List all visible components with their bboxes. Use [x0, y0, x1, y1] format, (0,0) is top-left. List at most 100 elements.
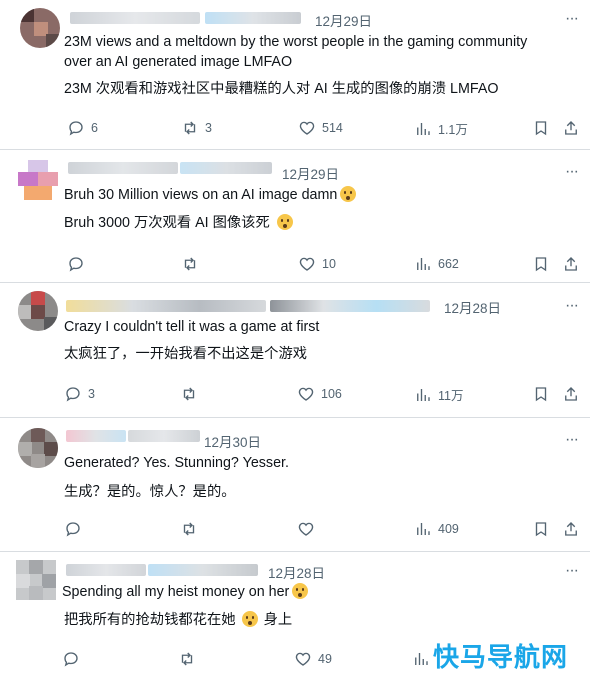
avatar[interactable] — [18, 291, 58, 331]
like-button[interactable]: 106 — [297, 385, 342, 403]
tweet-text-zh-body: 把我所有的抢劫钱都花在她 — [64, 612, 236, 628]
tweet-1[interactable]: 12月29日 ··· 23M views and a meltdown by t… — [0, 0, 590, 150]
relieved-emoji-icon — [241, 611, 258, 627]
views-button[interactable]: 409 — [414, 520, 459, 538]
tweet-4[interactable]: 12月30日 ··· Generated? Yes. Stunning? Yes… — [0, 418, 590, 552]
like-count: 10 — [322, 257, 336, 271]
astonished-emoji-icon — [276, 214, 293, 230]
tweet-text-en: Bruh 30 Million views on an AI image dam… — [64, 186, 357, 206]
blurred-handle — [128, 430, 200, 442]
blurred-handle — [180, 162, 272, 174]
more-icon[interactable]: ··· — [565, 297, 579, 315]
bookmark-button[interactable] — [532, 520, 550, 538]
tweet-text-zh: 太疯狂了，一开始我看不出这是个游戏 — [64, 346, 308, 362]
avatar[interactable] — [18, 428, 58, 468]
avatar[interactable] — [20, 8, 60, 48]
reply-icon — [66, 522, 80, 537]
retweet-icon — [184, 257, 196, 271]
reply-button[interactable]: 3 — [64, 385, 95, 403]
blurred-username[interactable] — [66, 564, 146, 576]
tweet-date[interactable]: 12月28日 — [444, 297, 501, 317]
bookmark-icon — [535, 522, 547, 537]
astonished-emoji-icon — [340, 186, 357, 202]
reply-button[interactable] — [67, 255, 91, 273]
blurred-username[interactable] — [66, 300, 266, 312]
view-count: 662 — [438, 257, 459, 271]
tweet-text-en-body: Spending all my heist money on her — [62, 584, 290, 600]
retweet-button[interactable] — [178, 650, 202, 668]
analytics-icon — [417, 122, 430, 135]
retweet-button[interactable]: 3 — [181, 119, 212, 137]
reply-button[interactable] — [64, 520, 88, 538]
bookmark-button[interactable] — [532, 255, 550, 273]
heart-icon — [298, 522, 314, 536]
reply-icon — [66, 387, 80, 402]
retweet-button[interactable] — [181, 255, 205, 273]
blurred-username[interactable] — [66, 430, 126, 442]
more-icon[interactable]: ··· — [565, 163, 579, 181]
share-icon — [565, 257, 577, 271]
blurred-handle — [205, 12, 301, 24]
retweet-button[interactable] — [180, 385, 204, 403]
avatar[interactable] — [18, 160, 58, 200]
heart-icon — [299, 121, 315, 135]
analytics-icon — [415, 653, 428, 665]
site-watermark: 快马导航网 — [432, 643, 568, 673]
share-button[interactable] — [562, 119, 580, 137]
tweet-text-zh: 生成？是的。惊人？是的。 — [64, 484, 236, 500]
more-icon[interactable]: ··· — [565, 431, 579, 449]
tweet-date[interactable]: 12月29日 — [282, 163, 339, 183]
tweet-text-zh: 23M 次观看和游戏社区中最糟糕的人对 AI 生成的图像的崩溃 LMFAO — [64, 81, 499, 97]
heart-icon — [295, 652, 311, 666]
blurred-username[interactable] — [70, 12, 200, 24]
retweet-button[interactable] — [180, 520, 204, 538]
reply-icon — [69, 121, 83, 136]
like-button[interactable] — [297, 520, 321, 538]
share-button[interactable] — [562, 520, 580, 538]
tweet-text-en-body: Bruh 30 Million views on an AI image dam… — [64, 187, 338, 203]
tweet-3[interactable]: 12月28日 ··· Crazy I couldn't tell it was … — [0, 283, 590, 418]
bookmark-button[interactable] — [532, 119, 550, 137]
retweet-count: 3 — [205, 121, 212, 135]
tweet-2[interactable]: 12月29日 ··· Bruh 30 Million views on an A… — [0, 150, 590, 283]
tweet-text-en: Crazy I couldn't tell it was a game at f… — [64, 319, 320, 335]
view-count: 1.1万 — [438, 123, 468, 137]
like-count: 514 — [322, 121, 343, 135]
views-button[interactable]: 1.1万 — [414, 119, 468, 138]
avatar[interactable] — [16, 560, 56, 600]
blurred-username[interactable] — [68, 162, 178, 174]
analytics-icon — [417, 258, 430, 270]
tweet-date[interactable]: 12月30日 — [204, 431, 261, 451]
more-icon[interactable]: ··· — [565, 10, 579, 28]
tweet-date[interactable]: 12月28日 — [268, 562, 325, 582]
view-count: 11万 — [438, 389, 464, 403]
bookmark-icon — [535, 257, 547, 272]
view-count: 409 — [438, 522, 459, 536]
analytics-icon — [417, 388, 430, 401]
share-icon — [565, 522, 577, 536]
share-button[interactable] — [562, 385, 580, 403]
bookmark-button[interactable] — [532, 385, 550, 403]
analytics-icon — [417, 523, 430, 535]
views-button[interactable]: 11万 — [414, 385, 463, 404]
share-button[interactable] — [562, 255, 580, 273]
heart-icon — [299, 257, 315, 271]
like-count: 106 — [321, 387, 342, 401]
reply-button[interactable] — [62, 650, 86, 668]
more-icon[interactable]: ··· — [565, 562, 579, 580]
like-button[interactable]: 514 — [298, 119, 343, 137]
like-button[interactable]: 10 — [298, 255, 336, 273]
tweet-text-zh-body: Bruh 3000 万次观看 AI 图像该死 — [64, 215, 270, 231]
tweet-date[interactable]: 12月29日 — [315, 10, 372, 30]
bookmark-icon — [535, 387, 547, 402]
retweet-icon — [183, 387, 195, 401]
reply-button[interactable]: 6 — [67, 119, 98, 137]
retweet-icon — [184, 121, 196, 135]
heart-icon — [298, 387, 314, 401]
reply-count: 6 — [91, 121, 98, 135]
like-button[interactable]: 49 — [294, 650, 332, 668]
retweet-icon — [183, 522, 195, 536]
views-button[interactable]: 662 — [414, 255, 459, 273]
tweet-text-en: Spending all my heist money on her — [62, 583, 309, 603]
tweet-text-zh: 把我所有的抢劫钱都花在她 身上 — [64, 611, 292, 631]
